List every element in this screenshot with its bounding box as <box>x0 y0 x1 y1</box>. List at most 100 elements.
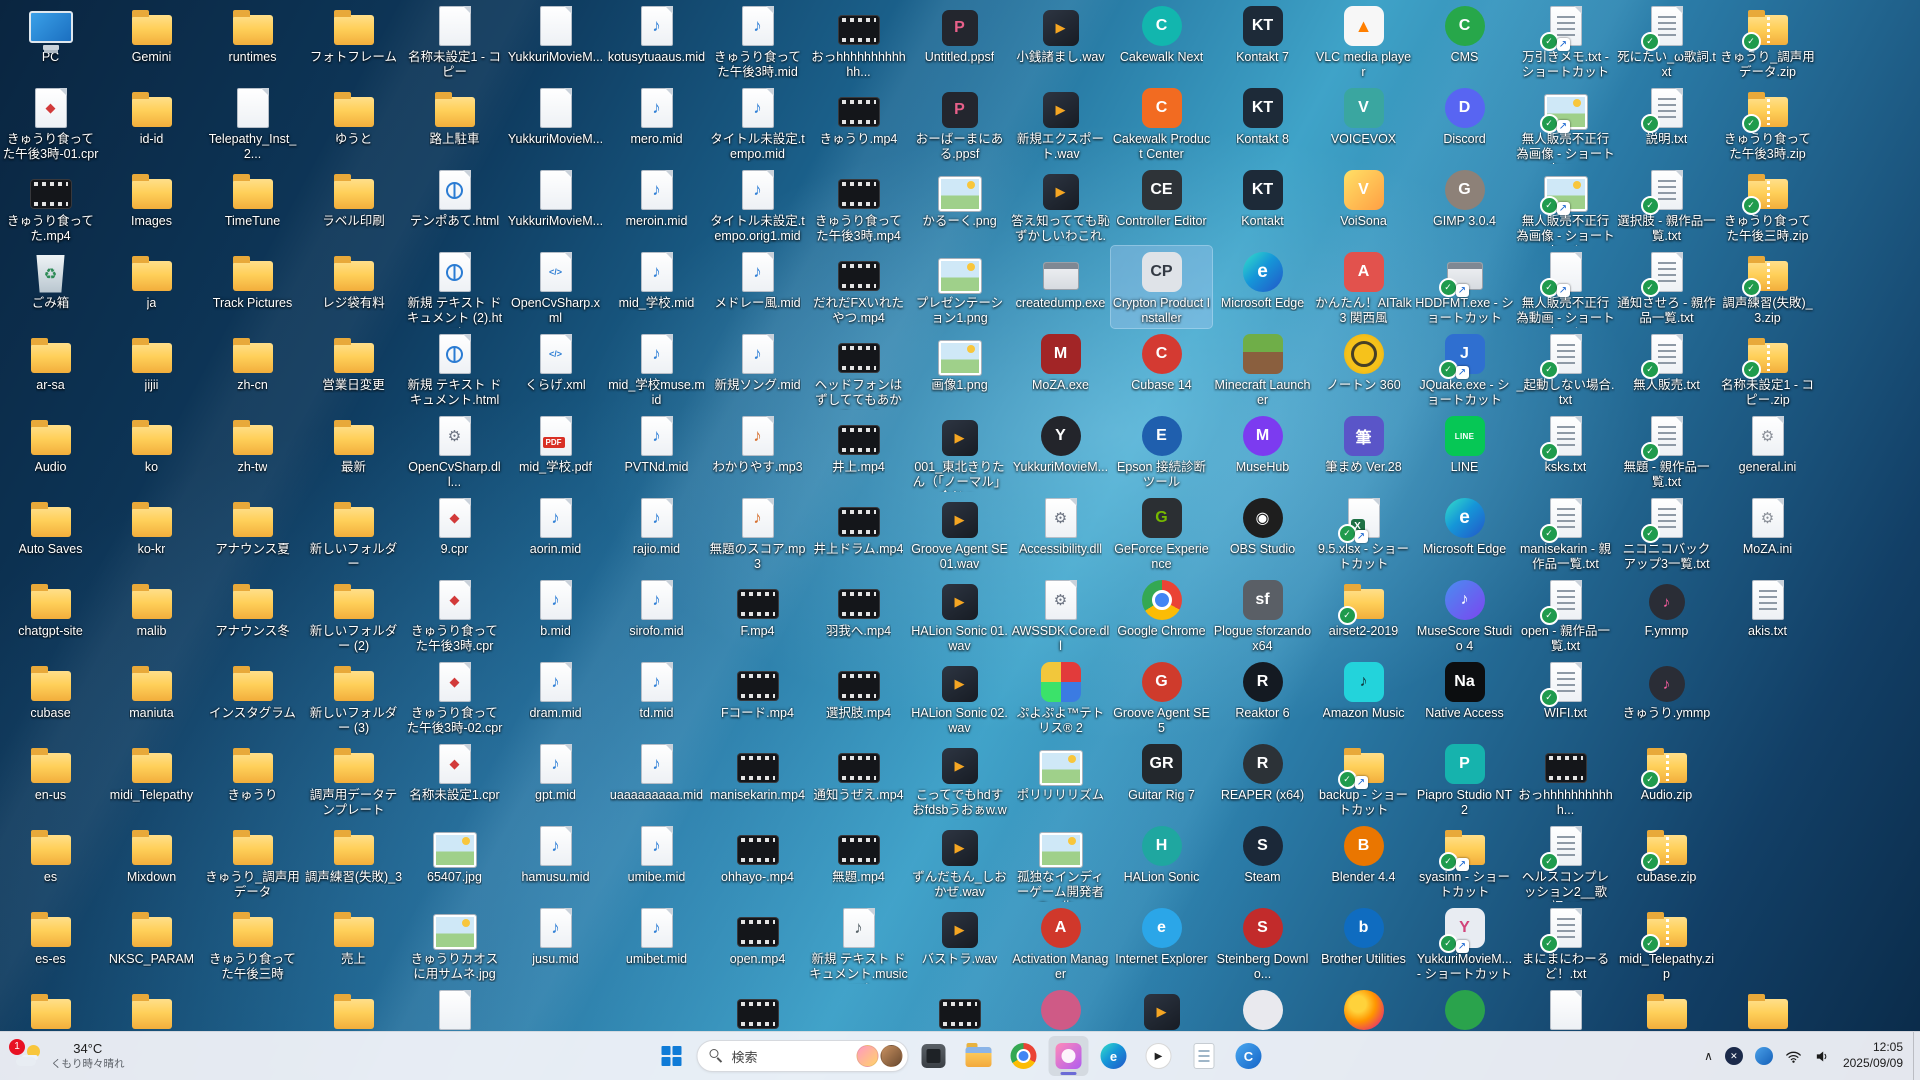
desktop-icon[interactable] <box>1515 984 1616 1032</box>
desktop-icon[interactable]: 新規ソング.mid <box>707 328 808 410</box>
desktop-icon[interactable]: 調声用データテンプレート <box>303 738 404 820</box>
desktop-icon[interactable]: CCakewalk Next <box>1111 0 1212 82</box>
desktop-icon[interactable]: KTKontakt 7 <box>1212 0 1313 82</box>
tray-chevron-button[interactable]: ∧ <box>1698 1036 1719 1076</box>
desktop-icon[interactable]: F.ymmp <box>1616 574 1717 656</box>
desktop-icon[interactable]: LINELINE <box>1414 410 1515 492</box>
desktop-icon[interactable]: 新規 テキスト ドキュメント.html <box>404 328 505 410</box>
desktop-icon[interactable] <box>101 984 202 1032</box>
desktop-icon[interactable]: ✓Audio.zip <box>1616 738 1717 820</box>
desktop-icon[interactable] <box>707 984 808 1032</box>
desktop-icon[interactable]: ✓↗無人販売不正行為画像 - ショートカット <box>1515 164 1616 246</box>
desktop-icon[interactable]: ✓manisekarin - 親作品一覧.txt <box>1515 492 1616 574</box>
desktop-icon[interactable]: アナウンス冬 <box>202 574 303 656</box>
desktop-icon[interactable]: ✓open - 親作品一覧.txt <box>1515 574 1616 656</box>
desktop-icon[interactable]: レジ袋有料 <box>303 246 404 328</box>
desktop-icon[interactable]: Audio <box>0 410 101 492</box>
desktop-icon[interactable]: タイトル未設定.tempo.mid <box>707 82 808 164</box>
desktop-icon[interactable]: 画像1.png <box>909 328 1010 410</box>
desktop-icon[interactable]: ja <box>101 246 202 328</box>
desktop-icon[interactable]: CEController Editor <box>1111 164 1212 246</box>
desktop-icon[interactable]: 井上ドラム.mp4 <box>808 492 909 574</box>
desktop-icon[interactable]: Images <box>101 164 202 246</box>
desktop-icon[interactable]: CCakewalk Product Center <box>1111 82 1212 164</box>
desktop-icon[interactable]: ヘッドフォンはずしててもあかつ.mp4 <box>808 328 909 410</box>
desktop-icon[interactable]: 営業日変更 <box>303 328 404 410</box>
desktop-icon[interactable] <box>1616 984 1717 1032</box>
desktop-icon[interactable]: 孤独なインディーゲーム開発者の一生... <box>1010 820 1111 902</box>
desktop-icon[interactable]: ノートン 360 <box>1313 328 1414 410</box>
desktop-icon[interactable]: ✓ksks.txt <box>1515 410 1616 492</box>
desktop-icon[interactable]: HHALion Sonic <box>1111 820 1212 902</box>
desktop-icon[interactable]: 新しいフォルダー <box>303 492 404 574</box>
desktop-icon[interactable]: ごみ箱 <box>0 246 101 328</box>
desktop-icon[interactable]: ✓きゅうり食ってた午後3時.zip <box>1717 82 1818 164</box>
desktop-icon[interactable]: OpenCvSharp.dll... <box>404 410 505 492</box>
desktop-icon[interactable]: td.mid <box>606 656 707 738</box>
desktop-icon[interactable]: Google Chrome <box>1111 574 1212 656</box>
taskbar-media-player[interactable] <box>1139 1036 1179 1076</box>
desktop-icon[interactable]: Fコード.mp4 <box>707 656 808 738</box>
desktop-icon[interactable]: KTKontakt <box>1212 164 1313 246</box>
desktop-icon[interactable]: YukkuriMovieM... <box>505 0 606 82</box>
desktop-icon[interactable]: open.mp4 <box>707 902 808 984</box>
desktop-icon[interactable] <box>1414 984 1515 1032</box>
desktop-icon[interactable]: 9.cpr <box>404 492 505 574</box>
desktop-icon[interactable]: ぷよぷよ™テトリス® 2 <box>1010 656 1111 738</box>
desktop-icon[interactable]: VLC media player <box>1313 0 1414 82</box>
desktop-icon[interactable]: DDiscord <box>1414 82 1515 164</box>
desktop-icon[interactable]: PPiapro Studio NT2 <box>1414 738 1515 820</box>
desktop-icon[interactable]: Untitled.ppsf <box>909 0 1010 82</box>
desktop-icon[interactable]: こってでもhdすおfdsbうおぁw.wav <box>909 738 1010 820</box>
desktop-icon[interactable]: ✓説明.txt <box>1616 82 1717 164</box>
desktop-icon[interactable]: chatgpt-site <box>0 574 101 656</box>
desktop-icon[interactable]: 65407.jpg <box>404 820 505 902</box>
desktop-icon[interactable]: だれだFXいれたやつ.mp4 <box>808 246 909 328</box>
desktop-icon[interactable] <box>1717 984 1818 1032</box>
desktop-icon[interactable]: NaNative Access <box>1414 656 1515 738</box>
desktop-icon[interactable]: おーばーまにある.ppsf <box>909 82 1010 164</box>
desktop-icon[interactable]: BBlender 4.4 <box>1313 820 1414 902</box>
desktop-icon[interactable]: VVoiSona <box>1313 164 1414 246</box>
clock[interactable]: 12:05 2025/09/09 <box>1837 1040 1913 1071</box>
desktop-icon[interactable]: Accessibility.dll <box>1010 492 1111 574</box>
desktop-icon[interactable]: CCMS <box>1414 0 1515 82</box>
desktop-icon[interactable]: ✓ニコニコバックアップ3一覧.txt <box>1616 492 1717 574</box>
desktop-icon[interactable]: ohhayo-.mp4 <box>707 820 808 902</box>
desktop-icon[interactable] <box>1111 984 1212 1032</box>
desktop-icon[interactable]: hamusu.mid <box>505 820 606 902</box>
desktop-icon[interactable]: YukkuriMovieM... <box>505 82 606 164</box>
desktop-icon[interactable]: ラベル印刷 <box>303 164 404 246</box>
desktop-icon[interactable]: ko <box>101 410 202 492</box>
desktop-icon[interactable]: 名称未設定1 - コピー <box>404 0 505 82</box>
desktop-icon[interactable]: EEpson 接続診断ツール <box>1111 410 1212 492</box>
desktop-icon[interactable]: きゅうり.mp4 <box>808 82 909 164</box>
desktop-icon[interactable]: Telepathy_Inst_2... <box>202 82 303 164</box>
start-button[interactable] <box>652 1036 692 1076</box>
desktop-icon[interactable]: ar-sa <box>0 328 101 410</box>
desktop-icon[interactable] <box>404 984 505 1032</box>
desktop-icon[interactable] <box>0 984 101 1032</box>
desktop-icon[interactable]: b.mid <box>505 574 606 656</box>
desktop-icon[interactable]: Microsoft Edge <box>1414 492 1515 574</box>
desktop-icon[interactable]: SSteinberg Downlo... <box>1212 902 1313 984</box>
desktop-icon[interactable]: おっhhhhhhhhhhh... <box>1515 738 1616 820</box>
desktop-icon[interactable]: かるーく.png <box>909 164 1010 246</box>
desktop-icon[interactable]: ✓airset2-2019 <box>1313 574 1414 656</box>
desktop-icon[interactable]: きゅうりカオスに用サムネ.jpg <box>404 902 505 984</box>
desktop-icon[interactable]: malib <box>101 574 202 656</box>
desktop-icon[interactable]: 羽我へ.mp4 <box>808 574 909 656</box>
desktop-icon[interactable]: きゅうり食ってた午後3時.mid <box>707 0 808 82</box>
desktop-icon[interactable] <box>1010 984 1111 1032</box>
desktop-icon[interactable]: gpt.mid <box>505 738 606 820</box>
desktop-icon[interactable]: 選択肢.mp4 <box>808 656 909 738</box>
taskbar-file-explorer[interactable] <box>959 1036 999 1076</box>
weather-widget[interactable]: 1 34°C くもり時々晴れ <box>6 1036 135 1076</box>
taskbar-chrome[interactable] <box>1004 1036 1044 1076</box>
desktop-icon[interactable]: 名称未設定1.cpr <box>404 738 505 820</box>
desktop-icon[interactable]: MMoZA.exe <box>1010 328 1111 410</box>
desktop-icon[interactable]: HALion Sonic 02.wav <box>909 656 1010 738</box>
desktop-icon[interactable]: J✓↗JQuake.exe - ショートカット <box>1414 328 1515 410</box>
desktop-icon[interactable]: KTKontakt 8 <box>1212 82 1313 164</box>
desktop-icon[interactable]: ✓↗万引きメモ.txt - ショートカット <box>1515 0 1616 82</box>
